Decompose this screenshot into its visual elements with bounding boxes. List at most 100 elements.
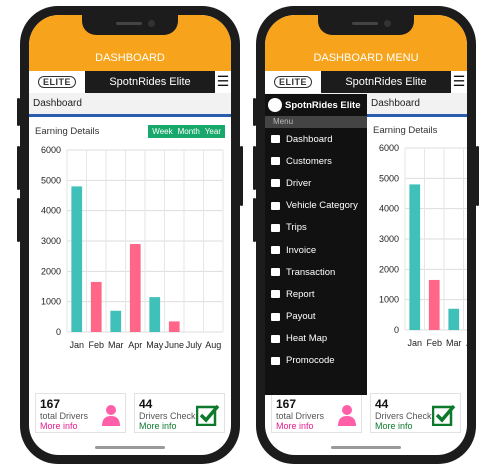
drivers-check-card: 44 Drivers Check More info bbox=[134, 393, 225, 433]
check-icon bbox=[432, 404, 456, 426]
x-tick-label: June bbox=[164, 340, 184, 350]
earning-chart: 0100020003000400050006000JanFebMarAprMay… bbox=[41, 145, 224, 350]
bar-apr bbox=[129, 244, 141, 332]
bar-feb bbox=[90, 281, 102, 332]
promocode-icon bbox=[271, 356, 280, 365]
user-icon bbox=[102, 405, 120, 426]
navbar: ELITE SpotnRides Elite ☰ bbox=[265, 70, 467, 93]
bar-jan bbox=[71, 186, 83, 332]
phone-dashboard: DASHBOARD ELITE SpotnRides Elite ☰ Dashb… bbox=[17, 6, 243, 464]
side-menu-item-customers[interactable]: Customers bbox=[265, 150, 367, 172]
drivers-check-card: 44 Drivers Check More info bbox=[370, 393, 461, 433]
phone-side-button bbox=[253, 146, 256, 190]
phone-side-button bbox=[253, 98, 256, 126]
navbar: ELITE SpotnRides Elite ☰ bbox=[29, 70, 231, 93]
y-tick-label: 2000 bbox=[379, 264, 399, 274]
bar-june bbox=[168, 321, 180, 332]
y-tick-label: 5000 bbox=[379, 173, 399, 183]
side-menu-item-trips[interactable]: Trips bbox=[265, 217, 367, 239]
side-menu-label: Customers bbox=[286, 155, 332, 167]
phone-side-button bbox=[17, 146, 20, 190]
screen: DASHBOARD MENU ELITE SpotnRides Elite ☰ … bbox=[265, 15, 467, 455]
y-tick-label: 3000 bbox=[41, 236, 61, 246]
customers-icon bbox=[271, 157, 280, 166]
check-icon bbox=[196, 404, 220, 426]
x-tick-label: Jan bbox=[407, 338, 422, 348]
heat-map-icon bbox=[271, 334, 280, 343]
side-menu-label: Report bbox=[286, 288, 315, 300]
transaction-icon bbox=[271, 268, 280, 277]
side-menu-item-payout[interactable]: Payout bbox=[265, 306, 367, 328]
side-menu-label: Driver bbox=[286, 177, 312, 189]
y-tick-label: 2000 bbox=[41, 266, 61, 276]
breadcrumb: Dashboard bbox=[29, 93, 231, 117]
tab-week[interactable]: Week bbox=[152, 127, 172, 136]
logo[interactable]: ELITE bbox=[29, 70, 85, 93]
y-tick-label: 4000 bbox=[379, 204, 399, 214]
tab-year[interactable]: Year bbox=[205, 127, 221, 136]
home-indicator bbox=[331, 446, 401, 449]
bar-mar bbox=[110, 310, 122, 332]
invoice-icon bbox=[271, 246, 280, 255]
side-menu-item-heat-map[interactable]: Heat Map bbox=[265, 328, 367, 350]
x-tick-label: Aug bbox=[205, 340, 221, 350]
y-tick-label: 6000 bbox=[41, 145, 61, 155]
side-menu-brand: SpotnRides Elite bbox=[265, 94, 367, 116]
side-menu-item-vehicle-category[interactable]: Vehicle Category bbox=[265, 195, 367, 217]
side-menu-item-dashboard[interactable]: Dashboard bbox=[265, 128, 367, 150]
vehicle-category-icon bbox=[271, 201, 280, 210]
phone-side-button bbox=[240, 146, 243, 206]
side-menu-item-report[interactable]: Report bbox=[265, 283, 367, 305]
logo[interactable]: ELITE bbox=[265, 70, 321, 93]
side-menu-item-driver[interactable]: Driver bbox=[265, 172, 367, 194]
side-menu-label: Payout bbox=[286, 311, 316, 323]
notch bbox=[82, 15, 178, 35]
y-tick-label: 3000 bbox=[379, 234, 399, 244]
side-menu-label: Promocode bbox=[286, 355, 335, 367]
y-tick-label: 1000 bbox=[379, 295, 399, 305]
card-title: Earning Details bbox=[373, 125, 438, 136]
user-icon bbox=[338, 405, 356, 426]
trips-icon bbox=[271, 223, 280, 232]
y-tick-label: 1000 bbox=[41, 297, 61, 307]
x-tick-label: July bbox=[186, 340, 203, 350]
bar-jan bbox=[409, 184, 421, 330]
phone-side-button bbox=[17, 198, 20, 242]
side-menu-label: Vehicle Category bbox=[286, 200, 358, 212]
side-menu-item-transaction[interactable]: Transaction bbox=[265, 261, 367, 283]
x-tick-label: Apr bbox=[128, 340, 142, 350]
x-tick-label: Feb bbox=[426, 338, 442, 348]
phone-dashboard-menu: DASHBOARD MENU ELITE SpotnRides Elite ☰ … bbox=[253, 6, 479, 464]
phone-side-button bbox=[17, 98, 20, 126]
screen: DASHBOARD ELITE SpotnRides Elite ☰ Dashb… bbox=[29, 15, 231, 455]
side-menu-title: Menu bbox=[265, 116, 367, 128]
x-tick-label: Jan bbox=[69, 340, 84, 350]
brand-name: SpotnRides Elite bbox=[321, 70, 451, 93]
side-menu-label: Trips bbox=[286, 222, 307, 234]
y-tick-label: 5000 bbox=[41, 175, 61, 185]
y-tick-label: 4000 bbox=[41, 206, 61, 216]
x-tick-label: Apr bbox=[466, 338, 467, 348]
side-menu-item-invoice[interactable]: Invoice bbox=[265, 239, 367, 261]
bar-mar bbox=[448, 308, 460, 330]
menu-icon[interactable]: ☰ bbox=[215, 70, 231, 93]
logo-icon bbox=[268, 98, 282, 112]
side-menu-label: Transaction bbox=[286, 266, 336, 278]
earning-chart: 0100020003000400050006000JanFebMarAprMay… bbox=[379, 143, 467, 348]
report-icon bbox=[271, 290, 280, 299]
tab-month[interactable]: Month bbox=[178, 127, 200, 136]
driver-icon bbox=[271, 179, 280, 188]
menu-icon[interactable]: ☰ bbox=[451, 70, 467, 93]
total-drivers-card: 167 total Drivers More info bbox=[35, 393, 126, 433]
notch bbox=[318, 15, 414, 35]
brand-name: SpotnRides Elite bbox=[85, 70, 215, 93]
x-tick-label: Mar bbox=[108, 340, 124, 350]
side-menu: SpotnRides Elite Menu Dashboard Customers… bbox=[265, 94, 367, 395]
side-menu-label: Heat Map bbox=[286, 333, 328, 345]
total-drivers-card: 167 total Drivers More info bbox=[271, 393, 362, 433]
dashboard-icon bbox=[271, 135, 280, 144]
y-tick-label: 0 bbox=[56, 327, 61, 337]
side-menu-item-promocode[interactable]: Promocode bbox=[265, 350, 367, 372]
x-tick-label: Mar bbox=[446, 338, 462, 348]
range-tabs: Week Month Year bbox=[148, 125, 225, 138]
